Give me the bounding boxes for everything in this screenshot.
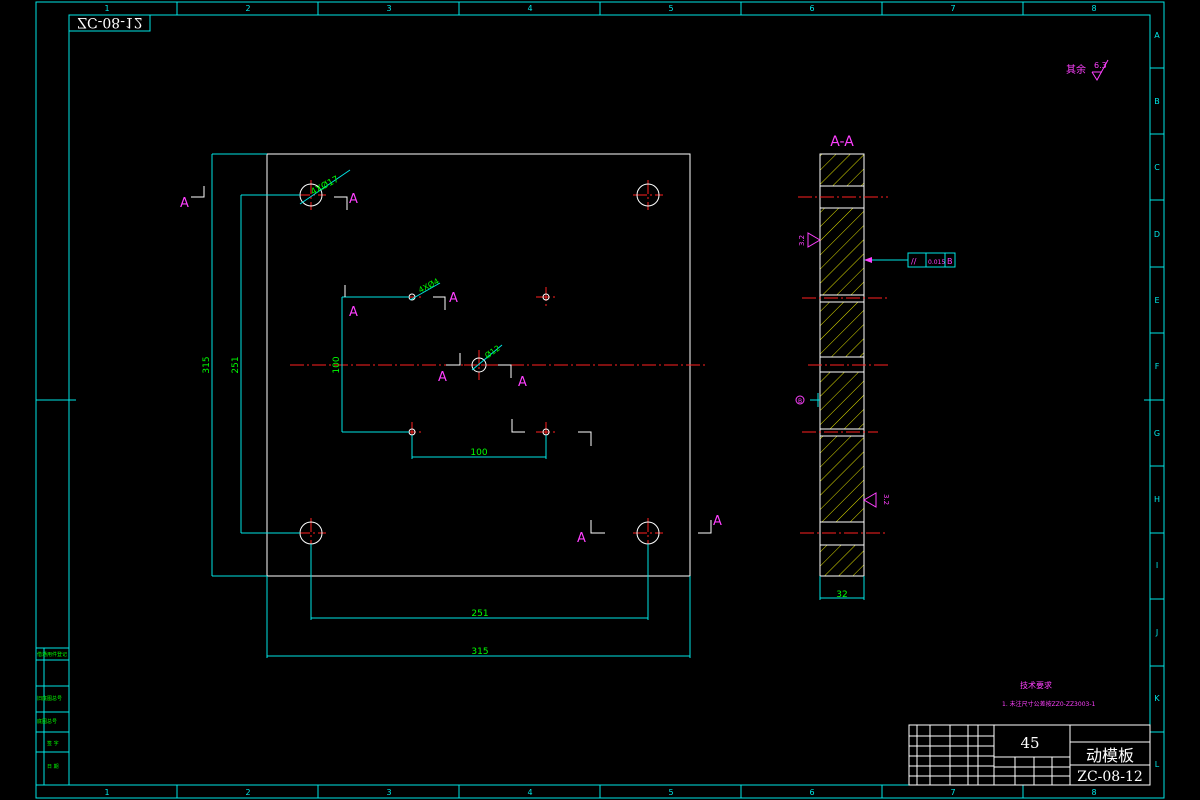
- callout-large-holes: 4XØ17: [309, 174, 341, 198]
- cut-letter-5: A: [438, 370, 447, 385]
- strip-label-5: 日 期: [47, 764, 59, 770]
- material-text: 45: [1020, 734, 1039, 752]
- zone-right-L: L: [1155, 760, 1160, 769]
- dim-small-spacing-width: 100: [470, 448, 487, 458]
- drawing-number-text: ZC-08-12: [1077, 769, 1143, 785]
- zone-right-G: G: [1154, 429, 1160, 438]
- zone-bottom-7: 7: [950, 788, 955, 797]
- dim-hole-spacing-width: 251: [471, 609, 488, 619]
- callout-center-hole: Ø12: [483, 343, 502, 361]
- zone-bottom-4: 4: [527, 788, 532, 797]
- tolerance-symbol: //: [911, 257, 917, 266]
- tolerance-datum: B: [947, 257, 953, 266]
- cut-letter-8: A: [713, 514, 722, 529]
- dim-hole-spacing-height: 251: [231, 356, 241, 373]
- zone-right-E: E: [1154, 296, 1159, 305]
- dim-overall-height: 315: [202, 356, 212, 373]
- dim-overall-width: 315: [471, 647, 488, 657]
- section-cut-marks: [191, 186, 712, 534]
- zone-right-B: B: [1154, 97, 1160, 106]
- zone-top-1: 1: [104, 4, 109, 13]
- drawing-frame: [35, 1, 1165, 799]
- zone-top-7: 7: [950, 4, 955, 13]
- dim-small-spacing-height: 100: [332, 356, 342, 373]
- centerlines: [290, 180, 706, 548]
- zone-right-H: H: [1154, 495, 1160, 504]
- zone-top-3: 3: [386, 4, 391, 13]
- zone-labels: 1 2 3 4 5 6 7 8 1 2 3 4 5 6 7 8 A B C D …: [104, 4, 1160, 797]
- cut-letter-2: A: [349, 192, 358, 207]
- section-title: A-A: [830, 134, 854, 150]
- section-cut-letters: A A A A A A A A: [180, 192, 722, 546]
- zone-top-2: 2: [245, 4, 250, 13]
- zone-top-6: 6: [809, 4, 814, 13]
- zone-bottom-6: 6: [809, 788, 814, 797]
- zone-right-F: F: [1155, 362, 1160, 371]
- part-name-text: 动模板: [1086, 746, 1134, 765]
- zone-bottom-8: 8: [1091, 788, 1096, 797]
- roughness-mark-2: [863, 492, 877, 508]
- technical-notes: 技术要求 1. 未注尺寸公差按ZZ0-ZZ3003-1: [1002, 680, 1095, 708]
- zone-bottom-3: 3: [386, 788, 391, 797]
- cut-letter-7: A: [577, 531, 586, 546]
- cut-letter-4: A: [449, 291, 458, 306]
- zone-bottom-2: 2: [245, 788, 250, 797]
- roughness-mark-1: [807, 232, 821, 248]
- zone-bottom-1: 1: [104, 788, 109, 797]
- zone-top-5: 5: [668, 4, 673, 13]
- drawing-canvas: 1 2 3 4 5 6 7 8 1 2 3 4 5 6 7 8 A B C D …: [35, 1, 1165, 799]
- strip-label-4: 签 字: [47, 740, 59, 747]
- section-thickness: 32: [836, 590, 847, 600]
- zone-right-A: A: [1154, 31, 1160, 40]
- zone-right-K: K: [1154, 694, 1160, 703]
- zone-right-J: J: [1155, 628, 1158, 637]
- tolerance-value: 0.015: [928, 259, 945, 266]
- section-view: A-A 32 // 0.015 B B 3.2 3.2: [795, 134, 956, 600]
- zone-top-4: 4: [527, 4, 532, 13]
- strip-label-1: 借通用件登记: [37, 651, 67, 658]
- zone-bottom-5: 5: [668, 788, 673, 797]
- roughness-note: 其余 6.3: [1066, 59, 1109, 81]
- mirrored-number-text: ZC-08-12: [77, 14, 143, 30]
- mirrored-drawing-number: ZC-08-12: [68, 14, 151, 32]
- roughness-value-2: 3.2: [882, 494, 890, 505]
- notes-line-1: 1. 未注尺寸公差按ZZ0-ZZ3003-1: [1002, 700, 1095, 708]
- zone-right-I: I: [1156, 561, 1158, 570]
- strip-label-3: 底图总号: [37, 718, 57, 725]
- zone-right-C: C: [1154, 163, 1160, 172]
- datum-label: B: [798, 398, 802, 405]
- zone-right-D: D: [1154, 230, 1160, 239]
- callout-small-holes: 4XØ4: [417, 276, 441, 295]
- dimension-texts: 315 251 100 100 251 315 4XØ17 4XØ4 Ø12: [202, 174, 502, 657]
- roughness-note-label: 其余: [1066, 63, 1086, 76]
- cut-letter-3: A: [349, 305, 358, 320]
- zone-top-8: 8: [1091, 4, 1096, 13]
- notes-title: 技术要求: [1020, 680, 1052, 690]
- dimension-lines: [211, 153, 691, 658]
- cut-letter-1: A: [180, 196, 189, 211]
- front-view: 315 251 100 100 251 315 4XØ17 4XØ4 Ø12 A…: [180, 153, 722, 658]
- tolerance-frame: // 0.015 B: [911, 257, 953, 266]
- cut-letter-6: A: [518, 375, 527, 390]
- roughness-value-1: 3.2: [798, 235, 806, 246]
- strip-label-2: 旧底图总号: [37, 695, 62, 702]
